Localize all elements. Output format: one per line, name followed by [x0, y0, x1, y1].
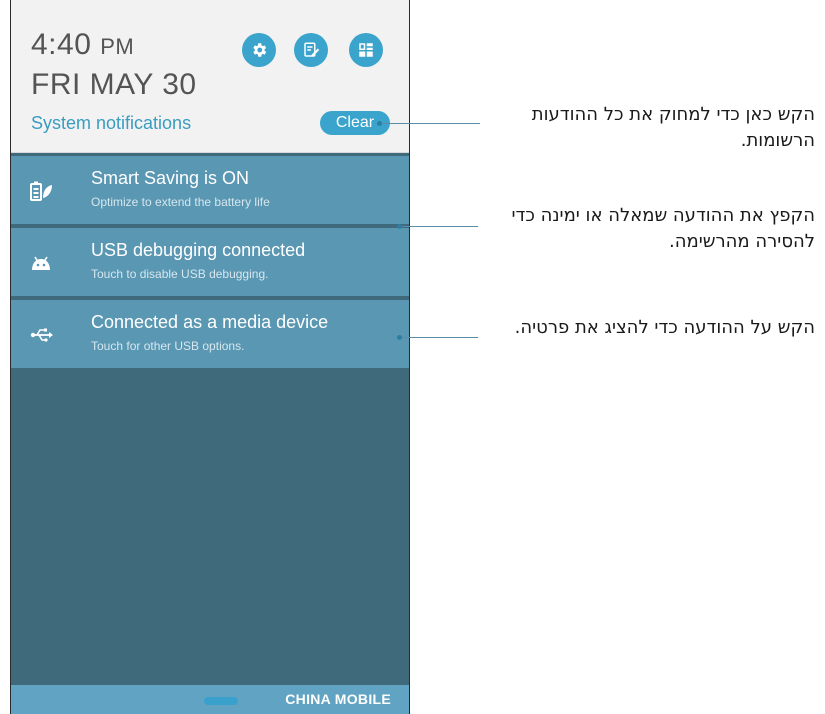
notification-header: 4:40 PM FRI MAY 30 System notifications …: [11, 0, 409, 153]
callout-line: [400, 226, 478, 227]
notification-smart-saving[interactable]: Smart Saving is ON Optimize to extend th…: [11, 156, 409, 224]
notification-subtitle: Optimize to extend the battery life: [91, 195, 270, 209]
shade-drag-handle[interactable]: [204, 697, 238, 705]
callout-dot: [397, 224, 402, 229]
usb-icon: [29, 324, 53, 346]
callout-clear-text: הקש כאן כדי למחוק את כל ההודעות הרשומות.: [531, 104, 815, 151]
notification-media-device[interactable]: Connected as a media device Touch for ot…: [11, 300, 409, 368]
clock-time: 4:40: [31, 28, 92, 61]
battery-leaf-icon: [29, 180, 53, 202]
date-label: FRI MAY 30: [31, 68, 197, 101]
callout-line: [400, 337, 478, 338]
quick-memo-button[interactable]: [294, 33, 328, 67]
edit-note-icon: [304, 42, 320, 57]
settings-button[interactable]: [242, 33, 276, 67]
callout-swipe-text: הקפץ את ההודעה שמאלה או ימינה כדי להסירה…: [511, 205, 815, 252]
clock: 4:40 PM: [31, 28, 134, 62]
bottom-bar: CHINA MOBILE: [11, 685, 409, 714]
android-icon: [29, 252, 53, 274]
callout-line: [380, 123, 480, 124]
notification-shade: 4:40 PM FRI MAY 30 System notifications …: [10, 0, 410, 714]
app-grid-icon: [359, 43, 373, 57]
notification-subtitle: Touch for other USB options.: [91, 339, 245, 353]
notification-title: Smart Saving is ON: [91, 168, 250, 188]
notification-title: Connected as a media device: [91, 312, 329, 332]
carrier-label: CHINA MOBILE: [285, 691, 391, 707]
notification-subtitle: Touch to disable USB debugging.: [91, 267, 269, 281]
quick-settings-button[interactable]: [349, 33, 383, 67]
callout-dot: [377, 121, 382, 126]
gear-icon: [253, 43, 267, 57]
notification-title: USB debugging connected: [91, 240, 306, 260]
system-notifications-label: System notifications: [31, 113, 192, 133]
callout-tap-text: הקש על ההודעה כדי להציג את פרטיה.: [514, 317, 815, 338]
clock-ampm: PM: [100, 34, 135, 59]
notification-usb-debugging[interactable]: USB debugging connected Touch to disable…: [11, 228, 409, 296]
callout-dot: [397, 335, 402, 340]
